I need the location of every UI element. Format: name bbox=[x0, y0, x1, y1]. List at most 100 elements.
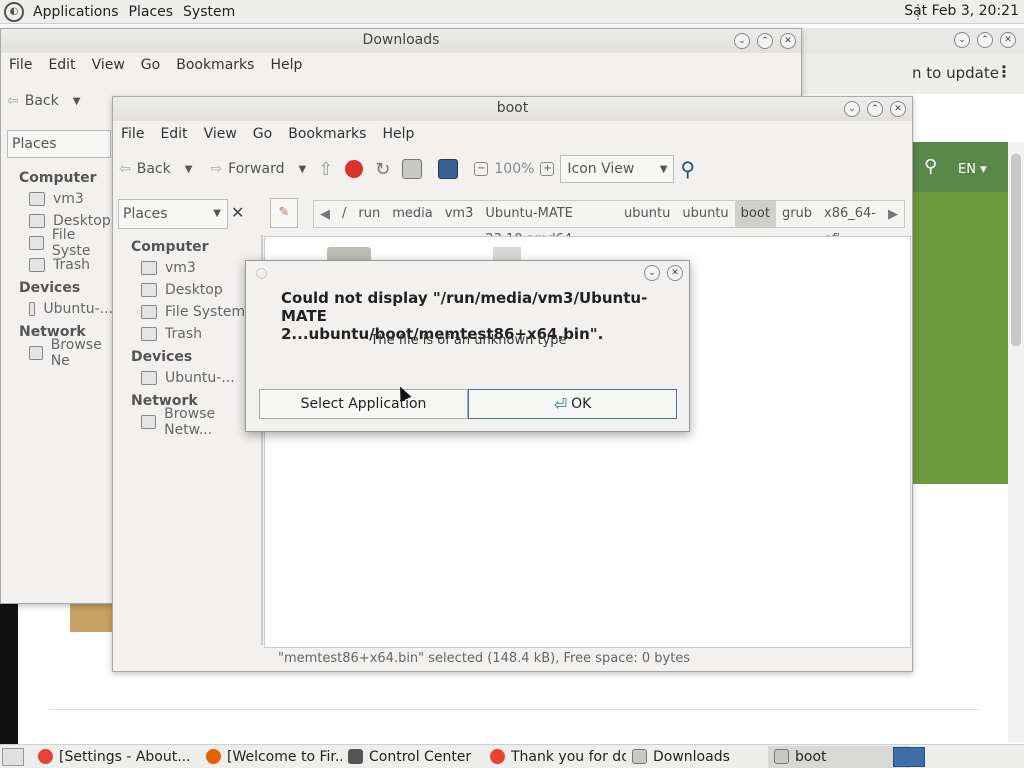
maximize-icon[interactable]: ⌃ bbox=[757, 33, 773, 49]
breadcrumb-ubuntu-2[interactable]: ubuntu bbox=[676, 201, 734, 227]
breadcrumb-left-arrow-icon[interactable]: ◀ bbox=[314, 207, 336, 222]
breadcrumb-media[interactable]: media bbox=[386, 201, 439, 227]
breadcrumb-vm3[interactable]: vm3 bbox=[439, 201, 480, 227]
system-menu[interactable]: System bbox=[178, 4, 240, 20]
back-button[interactable]: ⇦ Back ▼ bbox=[113, 154, 198, 184]
drive-icon bbox=[29, 236, 44, 250]
places-selector[interactable]: Places ▼ bbox=[118, 199, 228, 229]
chevron-down-icon[interactable]: ▼ bbox=[73, 96, 81, 107]
status-bar: "memtest86+x64.bin" selected (148.4 kB),… bbox=[278, 651, 691, 666]
menu-edit[interactable]: Edit bbox=[152, 126, 195, 142]
sidebar-item-browse-network[interactable]: Browse Ne bbox=[1, 337, 113, 369]
minimize-icon[interactable]: ⌄ bbox=[644, 265, 660, 281]
sidebar-item-vm3[interactable]: vm3 bbox=[113, 257, 261, 279]
menu-bookmarks[interactable]: Bookmarks bbox=[280, 126, 374, 142]
menu-help[interactable]: Help bbox=[374, 126, 422, 142]
sidebar-item-desktop[interactable]: Desktop bbox=[113, 279, 261, 301]
maximize-icon[interactable]: ⌃ bbox=[977, 32, 993, 48]
menu-go[interactable]: Go bbox=[133, 57, 168, 73]
breadcrumb-run[interactable]: run bbox=[352, 201, 386, 227]
network-icon bbox=[29, 346, 43, 360]
task-boot[interactable]: boot bbox=[768, 745, 910, 768]
minimize-icon[interactable]: ⌄ bbox=[734, 33, 750, 49]
minimize-icon[interactable]: ⌄ bbox=[954, 32, 970, 48]
dialog-menu-icon[interactable] bbox=[256, 268, 267, 279]
menu-bookmarks[interactable]: Bookmarks bbox=[168, 57, 262, 73]
sidebar-item-ubuntu[interactable]: Ubuntu-... bbox=[113, 367, 261, 389]
computer-button[interactable] bbox=[432, 154, 468, 184]
bottom-panel: [Settings - About... [Welcome to Fir... … bbox=[0, 744, 1024, 768]
menu-view[interactable]: View bbox=[84, 57, 133, 73]
breadcrumb-ubuntu[interactable]: ubuntu bbox=[618, 201, 676, 227]
folder-icon bbox=[774, 749, 789, 764]
menu-go[interactable]: Go bbox=[245, 126, 280, 142]
close-icon[interactable]: ✕ bbox=[780, 33, 796, 49]
back-button[interactable]: ⇦ Back ▼ bbox=[1, 86, 86, 116]
breadcrumb-x86-64-efi[interactable]: x86_64-efi bbox=[818, 201, 882, 247]
close-icon[interactable]: ✕ bbox=[667, 265, 683, 281]
language-selector[interactable]: EN ▾ bbox=[958, 162, 987, 177]
close-icon[interactable]: ✕ bbox=[1000, 32, 1016, 48]
breadcrumb-grub[interactable]: grub bbox=[776, 201, 818, 227]
task-settings[interactable]: [Settings - About... bbox=[32, 746, 200, 768]
web-header-bar: ⚲ EN ▾ bbox=[912, 142, 1008, 192]
menu-help[interactable]: Help bbox=[262, 57, 310, 73]
sidebar-item-filesystem[interactable]: File Syste bbox=[1, 227, 113, 259]
workspace-switcher[interactable] bbox=[893, 747, 925, 767]
task-firefox[interactable]: [Welcome to Fir... bbox=[200, 746, 342, 768]
update-text[interactable]: n to update bbox=[912, 64, 999, 82]
breadcrumb-right-arrow-icon[interactable]: ▶ bbox=[882, 207, 904, 222]
sidebar-item-ubuntu[interactable]: Ubuntu-... bbox=[1, 298, 113, 320]
breadcrumb-ubuntu-mate[interactable]: Ubuntu-MATE 23.10 amd64 bbox=[479, 201, 618, 247]
close-sidebar-icon[interactable]: ✕ bbox=[231, 203, 244, 222]
scrollbar-thumb[interactable] bbox=[1011, 154, 1021, 346]
more-menu-icon[interactable]: ⋮ bbox=[996, 62, 1012, 81]
task-downloads[interactable]: Downloads bbox=[626, 746, 768, 768]
ok-button[interactable]: ⏎ OK bbox=[468, 389, 677, 419]
home-button[interactable] bbox=[396, 154, 432, 184]
control-center-icon bbox=[348, 749, 363, 764]
show-desktop-icon[interactable] bbox=[2, 747, 24, 766]
sidebar-item-browse-network[interactable]: Browse Netw... bbox=[113, 406, 261, 438]
zoom-out-icon: − bbox=[474, 162, 489, 176]
search-icon[interactable]: ⚲ bbox=[924, 156, 937, 177]
clock[interactable]: Sat Feb 3, 20:21 bbox=[904, 3, 1019, 19]
sidebar-header-computer: Computer bbox=[131, 239, 209, 255]
view-mode-select[interactable]: Icon View ▼ bbox=[560, 155, 675, 183]
reload-button[interactable]: ↻ bbox=[369, 154, 396, 184]
places-selector[interactable]: Places bbox=[7, 130, 111, 158]
select-application-button[interactable]: Select Application bbox=[259, 389, 468, 419]
applications-menu[interactable]: Applications bbox=[28, 4, 124, 20]
sidebar-item-trash[interactable]: Trash bbox=[113, 323, 261, 345]
window-title: Downloads bbox=[1, 29, 801, 53]
top-panel: ◐ Applications Places System Sat Feb 3, … bbox=[0, 0, 1024, 24]
forward-button[interactable]: ⇨ Forward ▼ bbox=[204, 154, 312, 184]
mate-logo-icon[interactable]: ◐ bbox=[4, 1, 24, 22]
zoom-out-button[interactable]: − bbox=[468, 154, 494, 184]
task-thank-you[interactable]: Thank you for do... bbox=[484, 746, 626, 768]
sidebar-item-vm3[interactable]: vm3 bbox=[1, 188, 113, 210]
menu-file[interactable]: File bbox=[113, 126, 152, 142]
chevron-down-icon: ▼ bbox=[213, 208, 221, 219]
zoom-in-button[interactable]: + bbox=[534, 154, 560, 184]
menu-edit[interactable]: Edit bbox=[40, 57, 83, 73]
breadcrumb-boot[interactable]: boot bbox=[734, 201, 776, 227]
sidebar-item-filesystem[interactable]: File System bbox=[113, 301, 261, 323]
drive-icon bbox=[141, 305, 157, 319]
menu-file[interactable]: File bbox=[1, 57, 40, 73]
stop-icon bbox=[345, 160, 364, 178]
search-button[interactable]: ⚲ bbox=[674, 154, 701, 184]
edit-location-icon[interactable]: ✎ bbox=[270, 198, 298, 228]
maximize-icon[interactable]: ⌃ bbox=[867, 101, 883, 117]
task-control-center[interactable]: Control Center bbox=[342, 746, 484, 768]
minimize-icon[interactable]: ⌄ bbox=[844, 101, 860, 117]
chevron-down-icon[interactable]: ▼ bbox=[298, 164, 306, 175]
up-button[interactable]: ⇧ bbox=[312, 154, 339, 184]
zoom-level[interactable]: 100% bbox=[494, 161, 534, 177]
menu-view[interactable]: View bbox=[196, 126, 245, 142]
close-icon[interactable]: ✕ bbox=[890, 101, 906, 117]
stop-button[interactable] bbox=[339, 154, 369, 184]
breadcrumb-root[interactable]: / bbox=[336, 201, 352, 227]
chevron-down-icon[interactable]: ▼ bbox=[185, 164, 193, 175]
places-menu[interactable]: Places bbox=[124, 4, 179, 20]
